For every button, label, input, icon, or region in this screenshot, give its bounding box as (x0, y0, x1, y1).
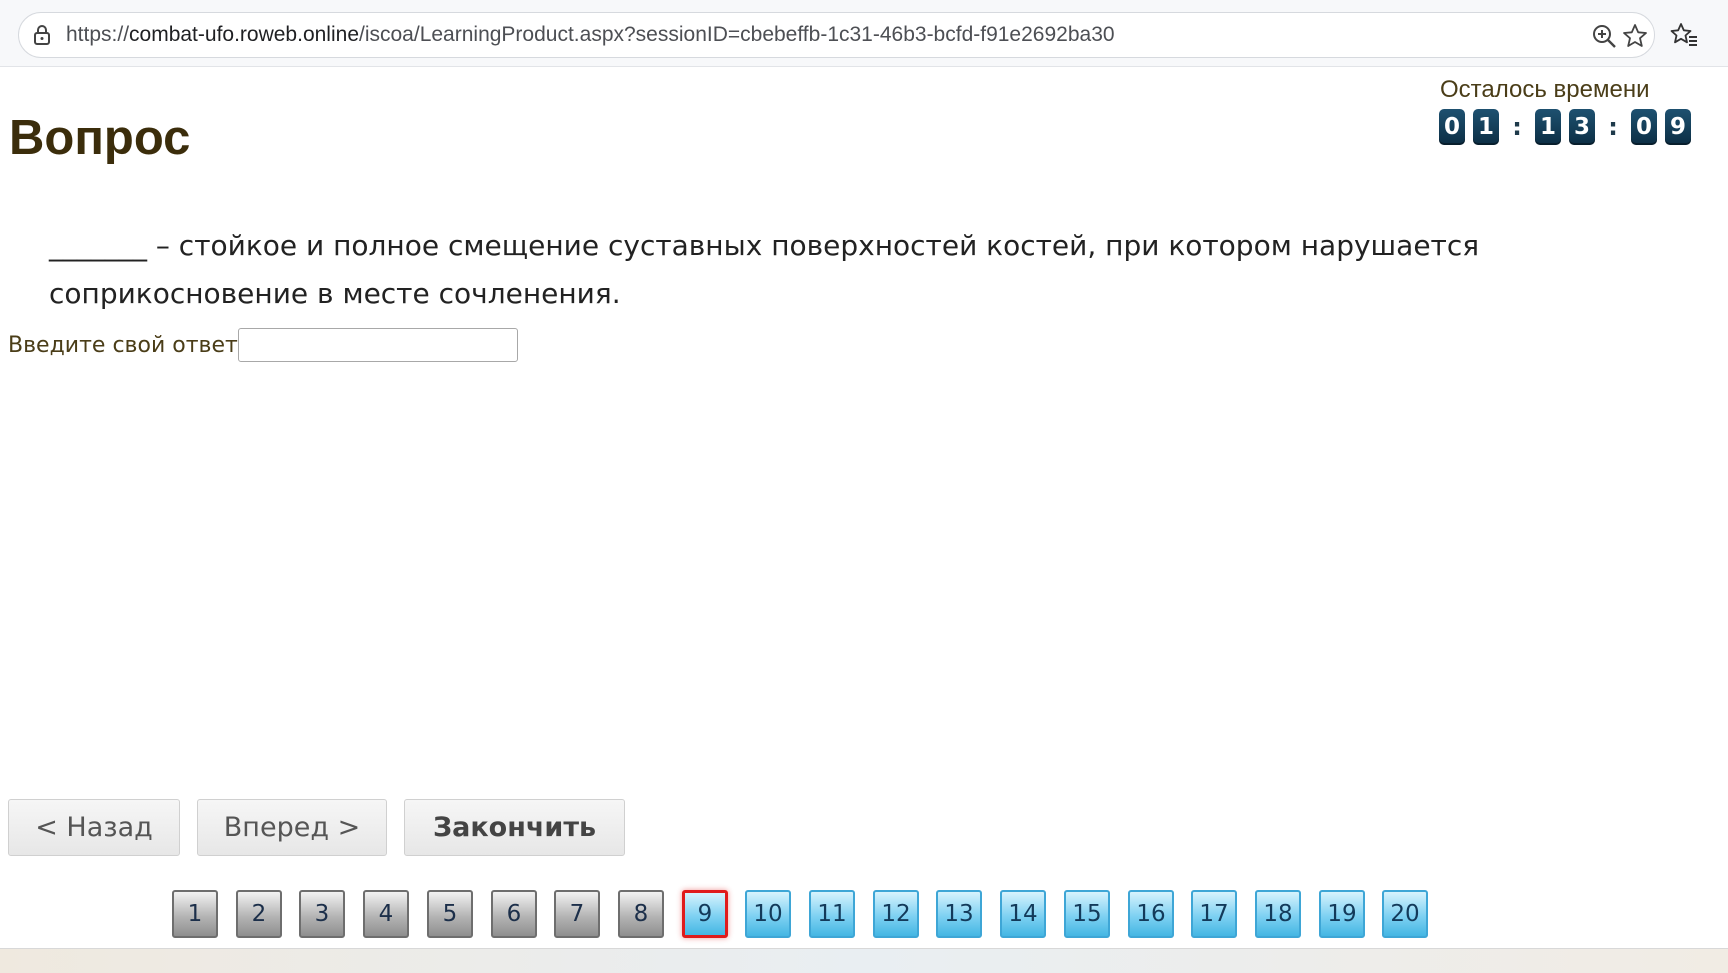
page-button-19[interactable]: 19 (1319, 890, 1365, 938)
timer-seconds-tens: 0 (1631, 109, 1657, 145)
question-text: _______ – стойкое и полное смещение суст… (49, 229, 1480, 310)
page-button-4[interactable]: 4 (363, 890, 409, 938)
lock-icon[interactable] (31, 24, 53, 50)
page-button-8[interactable]: 8 (618, 890, 664, 938)
page-button-6[interactable]: 6 (491, 890, 537, 938)
page-button-12[interactable]: 12 (873, 890, 919, 938)
time-remaining-label: Осталось времени (1440, 76, 1650, 103)
star-icon[interactable] (1622, 23, 1648, 53)
page-title: Вопрос (9, 111, 191, 165)
page-button-14[interactable]: 14 (1000, 890, 1046, 938)
page-button-3[interactable]: 3 (299, 890, 345, 938)
page-button-15[interactable]: 15 (1064, 890, 1110, 938)
favorites-icon[interactable] (1670, 22, 1698, 52)
page-button-18[interactable]: 18 (1255, 890, 1301, 938)
timer-minutes-tens: 1 (1535, 109, 1561, 145)
page-button-20[interactable]: 20 (1382, 890, 1428, 938)
address-bar[interactable]: https://combat-ufo.roweb.online/iscoa/Le… (18, 12, 1655, 58)
answer-row: Введите свой ответ (8, 328, 518, 362)
page-button-10[interactable]: 10 (745, 890, 791, 938)
taskbar-strip (0, 948, 1728, 973)
page-button-9[interactable]: 9 (682, 890, 728, 938)
answer-label: Введите свой ответ (8, 332, 238, 358)
finish-button[interactable]: Закончить (404, 799, 625, 856)
page-button-7[interactable]: 7 (554, 890, 600, 938)
page-button-11[interactable]: 11 (809, 890, 855, 938)
answer-input[interactable] (237, 328, 518, 362)
timer-seconds-ones: 9 (1665, 109, 1691, 145)
countdown-timer: 0 1 : 1 3 : 0 9 (1439, 109, 1699, 145)
page-button-13[interactable]: 13 (936, 890, 982, 938)
zoom-icon[interactable] (1591, 23, 1617, 53)
page-button-2[interactable]: 2 (236, 890, 282, 938)
url-text[interactable]: https://combat-ufo.roweb.online/iscoa/Le… (66, 13, 1115, 57)
url-host: combat-ufo.roweb.online (129, 23, 359, 46)
browser-toolbar: https://combat-ufo.roweb.online/iscoa/Le… (0, 0, 1728, 67)
timer-minutes-ones: 3 (1569, 109, 1595, 145)
page-button-17[interactable]: 17 (1191, 890, 1237, 938)
url-prefix: https:// (66, 23, 130, 46)
timer-separator: : (1608, 113, 1618, 141)
timer-hours-tens: 0 (1439, 109, 1465, 145)
page-button-5[interactable]: 5 (427, 890, 473, 938)
timer-separator: : (1512, 113, 1522, 141)
page-button-16[interactable]: 16 (1128, 890, 1174, 938)
url-path: /iscoa/LearningProduct.aspx?sessionID=cb… (359, 23, 1115, 46)
timer-hours-ones: 1 (1473, 109, 1499, 145)
page-button-1[interactable]: 1 (172, 890, 218, 938)
forward-button[interactable]: Вперед > (197, 799, 387, 856)
back-button[interactable]: < Назад (8, 799, 180, 856)
